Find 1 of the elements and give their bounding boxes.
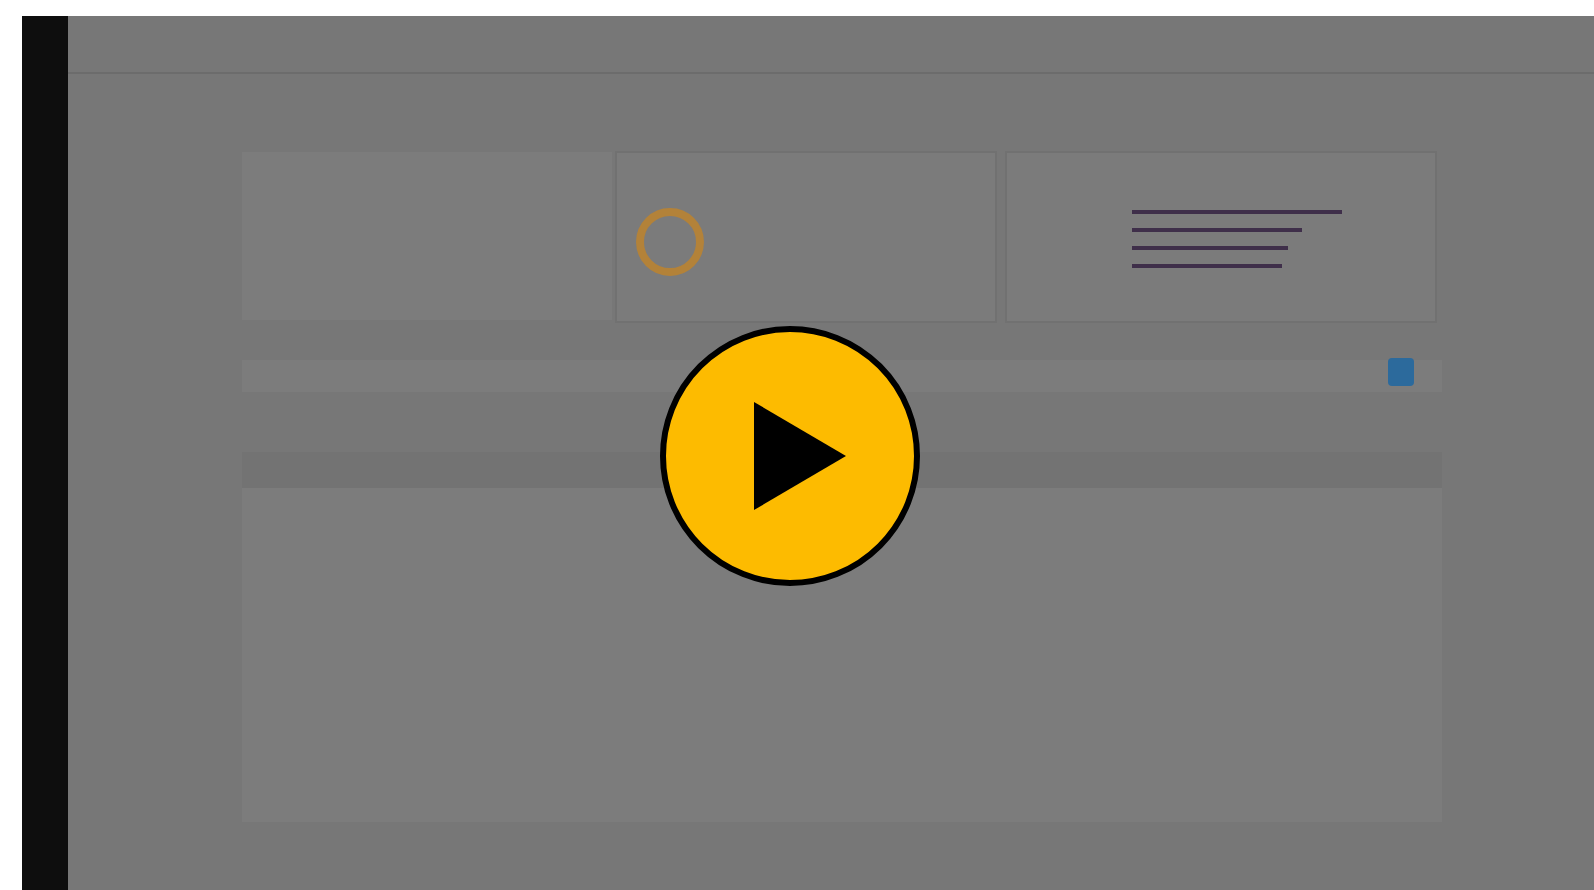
play-icon (754, 402, 846, 510)
